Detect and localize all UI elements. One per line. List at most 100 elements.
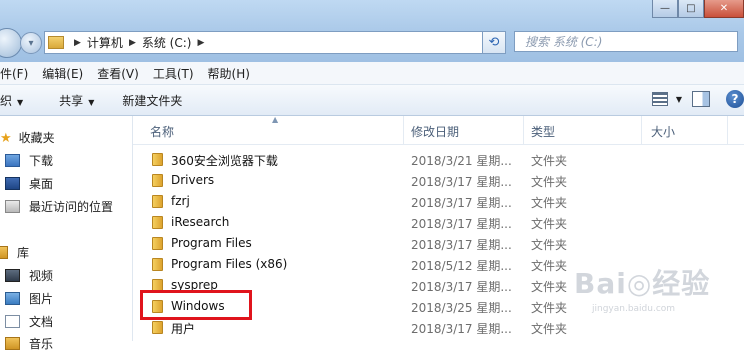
- menu-edit[interactable]: 编辑(E): [35, 65, 90, 82]
- file-date: 2018/3/17 星期...: [411, 175, 512, 189]
- file-name: Program Files (x86): [171, 257, 288, 271]
- sidebar-item-label: 视频: [29, 269, 54, 283]
- file-date: 2018/3/17 星期...: [411, 280, 512, 294]
- sidebar-item-label: 文档: [29, 315, 54, 329]
- minimize-button[interactable]: —: [652, 0, 678, 18]
- column-header-row: ▲ 名称 修改日期 类型 大小: [133, 115, 744, 145]
- sidebar-item-label: 桌面: [29, 177, 54, 191]
- column-divider[interactable]: [727, 116, 728, 144]
- view-options-icon[interactable]: [651, 92, 668, 106]
- column-divider[interactable]: [523, 116, 524, 144]
- menu-file[interactable]: 件(F): [0, 65, 35, 82]
- pictures-library-icon: [5, 292, 20, 305]
- sidebar-item-videos[interactable]: 视频: [5, 267, 53, 284]
- baidu-watermark: Bai◎经验: [574, 267, 711, 300]
- folder-icon: [152, 216, 163, 229]
- sidebar-item-label: 下载: [29, 154, 54, 168]
- sidebar-item-label: 收藏夹: [18, 131, 55, 145]
- folder-icon: [152, 174, 163, 187]
- file-type: 文件夹: [531, 322, 568, 336]
- desktop-icon: [5, 177, 20, 190]
- file-type: 文件夹: [531, 301, 568, 315]
- sidebar-item-desktop[interactable]: 桌面: [5, 175, 53, 192]
- sidebar-item-label: 图片: [29, 292, 54, 306]
- file-type: 文件夹: [531, 259, 568, 273]
- documents-library-icon: [5, 315, 20, 328]
- breadcrumb-computer[interactable]: 计算机: [87, 34, 123, 51]
- file-row[interactable]: 用户 2018/3/17 星期... 文件夹: [133, 317, 744, 338]
- file-type: 文件夹: [531, 280, 568, 294]
- maximize-button[interactable]: □: [677, 0, 704, 18]
- file-date: 2018/3/17 星期...: [411, 238, 512, 252]
- share-button[interactable]: 共享 ▼: [59, 92, 94, 109]
- organize-button[interactable]: 织 ▼: [0, 92, 23, 109]
- folder-icon: [152, 195, 163, 208]
- command-bar: 织 ▼ 共享 ▼ 新建文件夹 ▼ ?: [0, 85, 744, 116]
- file-name: Program Files: [171, 236, 252, 250]
- column-header-name[interactable]: 名称: [150, 123, 174, 140]
- sidebar-item-libraries[interactable]: 库: [0, 244, 29, 261]
- column-header-size[interactable]: 大小: [651, 123, 675, 140]
- column-header-modified[interactable]: 修改日期: [411, 123, 459, 140]
- file-row[interactable]: iResearch 2018/3/17 星期... 文件夹: [133, 212, 744, 233]
- chevron-right-icon[interactable]: ▶: [197, 38, 204, 48]
- sidebar-item-downloads[interactable]: 下载: [5, 152, 53, 169]
- chevron-down-icon[interactable]: ▼: [676, 95, 682, 104]
- organize-label: 织: [0, 93, 13, 108]
- sidebar-item-music[interactable]: 音乐: [5, 335, 53, 352]
- watermark-url: jingyan.baidu.com: [592, 304, 676, 314]
- new-folder-button[interactable]: 新建文件夹: [122, 92, 182, 109]
- file-type: 文件夹: [531, 175, 568, 189]
- file-type: 文件夹: [531, 217, 568, 231]
- menu-view[interactable]: 查看(V): [90, 65, 146, 82]
- file-row[interactable]: Drivers 2018/3/17 星期... 文件夹: [133, 170, 744, 191]
- file-type: 文件夹: [531, 154, 568, 168]
- share-label: 共享: [59, 93, 84, 108]
- computer-icon: [48, 36, 64, 49]
- file-row[interactable]: fzrj 2018/3/17 星期... 文件夹: [133, 191, 744, 212]
- sidebar-item-label: 音乐: [29, 337, 54, 351]
- refresh-button[interactable]: ⟲: [482, 31, 506, 54]
- search-input[interactable]: 搜索 系统 (C:): [514, 31, 738, 52]
- file-name: 用户: [171, 322, 196, 336]
- file-date: 2018/3/17 星期...: [411, 322, 512, 336]
- file-date: 2018/3/21 星期...: [411, 154, 512, 168]
- music-library-icon: [5, 337, 20, 350]
- column-divider[interactable]: [641, 116, 642, 144]
- chevron-right-icon[interactable]: ▶: [129, 38, 136, 48]
- sidebar-item-recent-places[interactable]: 最近访问的位置: [5, 198, 113, 215]
- navigation-pane: ★ 收藏夹 下载 桌面 最近访问的位置 库 视频 图片 文档 音乐: [0, 116, 133, 351]
- preview-pane-icon[interactable]: [692, 91, 710, 107]
- sidebar-item-pictures[interactable]: 图片: [5, 290, 53, 307]
- file-date: 2018/5/12 星期...: [411, 259, 512, 273]
- sidebar-item-label: 最近访问的位置: [29, 200, 114, 214]
- column-header-type[interactable]: 类型: [531, 123, 555, 140]
- forward-button[interactable]: ▾: [20, 32, 42, 54]
- file-row[interactable]: Program Files 2018/3/17 星期... 文件夹: [133, 233, 744, 254]
- help-icon[interactable]: ?: [726, 90, 744, 108]
- menu-help[interactable]: 帮助(H): [201, 65, 257, 82]
- sidebar-item-documents[interactable]: 文档: [5, 313, 53, 330]
- file-type: 文件夹: [531, 196, 568, 210]
- file-name: iResearch: [171, 215, 230, 229]
- file-row[interactable]: 360安全浏览器下载 2018/3/21 星期... 文件夹: [133, 149, 744, 170]
- folder-icon: [152, 321, 163, 334]
- menu-tools[interactable]: 工具(T): [146, 65, 201, 82]
- chevron-right-icon[interactable]: ▶: [74, 38, 81, 48]
- recent-places-icon: [5, 200, 20, 213]
- column-divider[interactable]: [403, 116, 404, 144]
- sidebar-item-label: 库: [17, 246, 30, 260]
- folder-icon: [152, 153, 163, 166]
- address-bar[interactable]: ▶ 计算机 ▶ 系统 (C:) ▶ ▼: [44, 31, 504, 54]
- file-name: 360安全浏览器下载: [171, 154, 278, 168]
- video-library-icon: [5, 269, 20, 282]
- file-date: 2018/3/17 星期...: [411, 196, 512, 210]
- close-button[interactable]: ✕: [703, 0, 744, 18]
- star-icon: ★: [0, 131, 12, 146]
- sidebar-item-favorites[interactable]: ★ 收藏夹: [0, 129, 55, 146]
- menu-bar: 件(F) 编辑(E) 查看(V) 工具(T) 帮助(H): [0, 62, 744, 85]
- file-name: Drivers: [171, 173, 215, 187]
- highlight-box: [140, 290, 252, 320]
- breadcrumb-drive-c[interactable]: 系统 (C:): [142, 34, 192, 51]
- file-date: 2018/3/25 星期...: [411, 301, 512, 315]
